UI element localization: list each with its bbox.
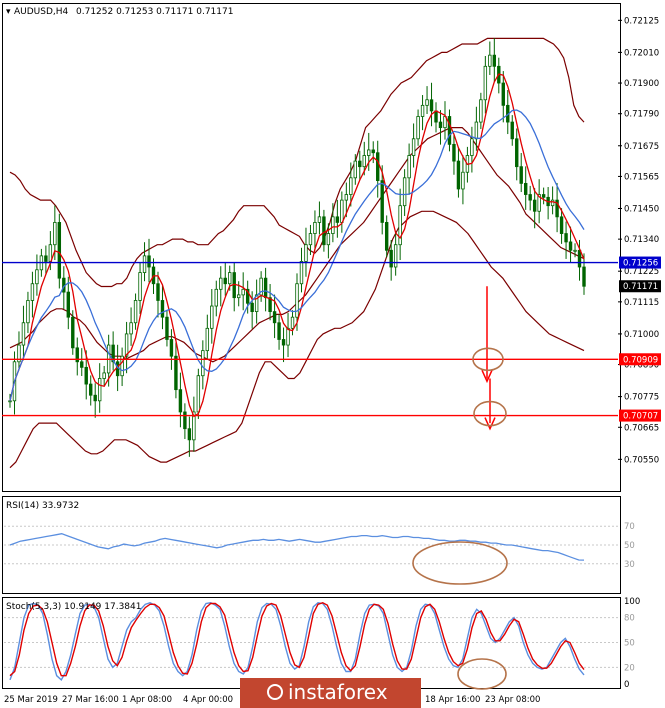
rsi-tick-label: 70 (624, 522, 635, 532)
y-tick-label: 0.70550 (624, 455, 659, 465)
price-tag-label: 0.71171 (623, 282, 658, 292)
y-tick-label: 0.71675 (624, 142, 659, 152)
trading-chart: 0.72125 0.72010 0.71900 0.71790 0.71675 0.715… (2, 3, 661, 708)
y-tick: 0.71115 (618, 298, 659, 308)
stoch-label: Stoch(5,3,3) 10.9149 17.3841 (6, 602, 141, 612)
y-tick: 0.71450 (618, 204, 659, 214)
candle (57, 213, 62, 289)
symbol-label: AUDUSD,H4 (14, 7, 69, 17)
x-tick-label: 18 Apr 16:00 (425, 695, 480, 705)
y-tick-label: 0.71225 (624, 267, 659, 277)
y-tick-label: 0.71790 (624, 110, 659, 120)
rsi-tick-label: 50 (624, 541, 635, 551)
rsi-panel (2, 496, 621, 594)
y-tick: 0.71340 (618, 235, 659, 245)
stoch-tick-label: 0 (624, 680, 629, 690)
price-tag-label: 0.70707 (623, 412, 658, 422)
price-tag: 0.71171 (619, 280, 661, 293)
collapse-triangle-icon[interactable]: ▾ (6, 7, 11, 17)
y-tick-label: 0.71450 (624, 204, 659, 214)
y-tick: 0.71675 (618, 142, 659, 152)
stoch-tick-label: 100 (624, 597, 640, 607)
x-tick-label: 1 Apr 08:00 (122, 695, 172, 705)
rsi-label: RSI(14) 33.9732 (6, 501, 79, 511)
y-tick: 0.70550 (618, 455, 659, 465)
y-tick: 0.71900 (618, 79, 659, 89)
y-tick: 0.71565 (618, 172, 659, 182)
main-panel (2, 3, 621, 492)
y-tick-label: 0.70775 (624, 393, 659, 403)
price-tag-label: 0.70909 (623, 355, 658, 365)
y-tick-label: 0.71340 (624, 235, 659, 245)
x-tick-label: 23 Apr 08:00 (485, 695, 540, 705)
y-tick: 0.71790 (618, 110, 659, 120)
price-tag: 0.71256 (619, 256, 661, 269)
candle (71, 310, 75, 355)
stoch-tick-label: 80 (624, 614, 635, 624)
price-tag: 0.70707 (619, 409, 661, 422)
stoch-tick-label: 50 (624, 639, 635, 649)
y-tick-label: 0.71565 (624, 172, 659, 182)
stoch-tick-label: 20 (624, 663, 635, 673)
y-tick: 0.72125 (618, 16, 659, 26)
y-tick-label: 0.71000 (624, 330, 659, 340)
price-tag: 0.70909 (619, 353, 661, 366)
rsi-tick-label: 30 (624, 560, 635, 570)
ohlc-values: 0.71252 0.71253 0.71171 0.71171 (76, 7, 233, 17)
x-tick-label: 25 Mar 2019 (4, 695, 58, 705)
watermark-text: instaforex (288, 680, 388, 704)
y-tick: 0.72010 (618, 48, 659, 58)
y-tick-label: 0.71900 (624, 79, 659, 89)
x-tick-label: 27 Mar 16:00 (62, 695, 119, 705)
y-tick-label: 0.72010 (624, 48, 659, 58)
y-tick-label: 0.71115 (624, 298, 659, 308)
y-tick-label: 0.72125 (624, 16, 659, 26)
price-tag-label: 0.71256 (623, 259, 658, 269)
y-tick: 0.70665 (618, 423, 659, 433)
y-tick: 0.70775 (618, 393, 659, 403)
x-tick-label: 4 Apr 00:00 (183, 695, 233, 705)
y-tick: 0.71000 (618, 330, 659, 340)
y-tick-label: 0.70665 (624, 423, 659, 433)
y-tick: 0.71225 (618, 267, 659, 277)
